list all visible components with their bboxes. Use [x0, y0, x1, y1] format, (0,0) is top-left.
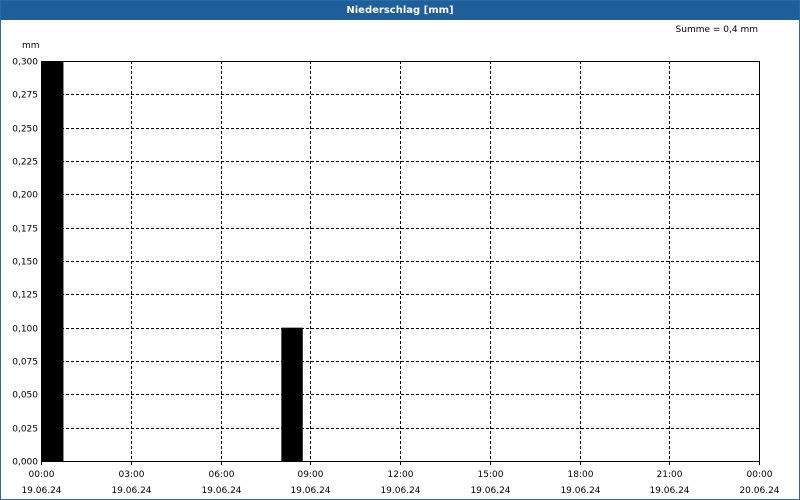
- x-tick-date-label: 19.06.24: [470, 486, 510, 496]
- x-tick-date-label: 19.06.24: [560, 486, 600, 496]
- x-tick-date-label: 19.06.24: [201, 486, 241, 496]
- precipitation-chart: mm 0,000 0,025 0,050 0,075 0,100 0,125 0,150 0,…: [12, 41, 780, 496]
- y-tick-label: 0,025: [12, 425, 38, 435]
- x-tick-time-label: 09:00: [298, 470, 324, 480]
- x-tick-date-label: 19.06.24: [111, 486, 151, 496]
- x-tick-time-label: 03:00: [119, 470, 145, 480]
- y-tick-label: 0,300: [12, 58, 38, 68]
- y-tick-label: 0,225: [12, 158, 38, 168]
- y-tick-label: 0,050: [12, 391, 38, 401]
- x-tick-time-label: 00:00: [29, 470, 55, 480]
- y-tick-label: 0,275: [12, 91, 38, 101]
- x-tick-date-label: 20.06.24: [739, 486, 779, 496]
- x-tick-time-label: 12:00: [388, 470, 414, 480]
- x-tick-time-label: 15:00: [478, 470, 504, 480]
- x-tick-date-label: 19.06.24: [649, 486, 689, 496]
- y-tick-label: 0,000: [12, 458, 38, 468]
- y-axis-unit-label: mm: [22, 41, 40, 51]
- x-tick-time-label: 18:00: [568, 470, 594, 480]
- y-tick-label: 0,075: [12, 358, 38, 368]
- precipitation-bar: [42, 61, 64, 461]
- x-tick-time-label: 06:00: [209, 470, 235, 480]
- y-tick-label: 0,175: [12, 225, 38, 235]
- precipitation-bar: [281, 327, 303, 461]
- x-tick-time-label: 00:00: [747, 470, 773, 480]
- y-tick-label: 0,250: [12, 125, 38, 135]
- x-tick-time-label: 21:00: [657, 470, 683, 480]
- y-tick-label: 0,200: [12, 191, 38, 201]
- y-tick-label: 0,125: [12, 291, 38, 301]
- x-tick-date-label: 19.06.24: [290, 486, 330, 496]
- y-tick-label: 0,150: [12, 258, 38, 268]
- x-tick-date-label: 19.06.24: [21, 486, 61, 496]
- y-tick-label: 0,100: [12, 325, 38, 335]
- x-tick-date-label: 19.06.24: [380, 486, 420, 496]
